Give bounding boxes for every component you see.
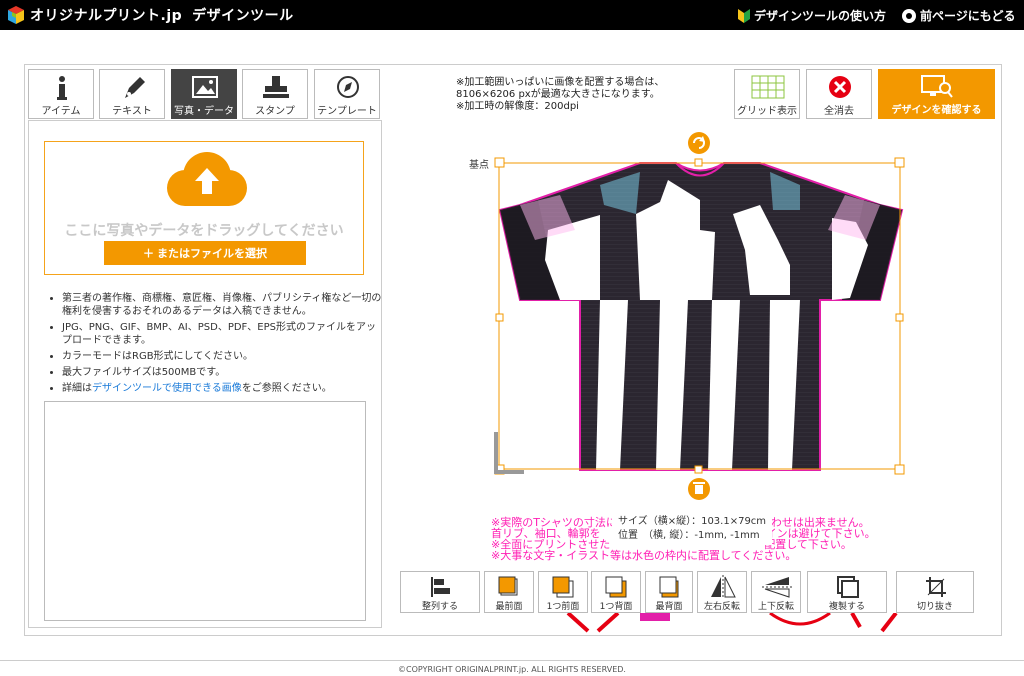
back-link-label: 前ページにもどる (920, 9, 1016, 23)
close-circle-icon (829, 76, 851, 98)
note-color-mode: カラーモードはRGB形式にしてください。 (62, 350, 382, 363)
flip-horizontal-label: 左右反転 (703, 602, 740, 612)
size-position-readout: サイズ（横×縦）：103.1×79cm 位置 （横, 縦）：-1mm, -1mm (612, 513, 773, 545)
align-icon (431, 577, 450, 597)
bring-forward-label: 1つ前面 (546, 602, 580, 612)
duplicate-icon (837, 576, 859, 598)
size-label: サイズ（横×縦）：103.1×79cm (618, 516, 767, 527)
copyright: ©COPYRIGHT ORIGINALPRINT.jp. ALL RIGHTS … (398, 665, 626, 674)
bring-front-icon (498, 576, 518, 596)
tab-stamp[interactable]: スタンプ (242, 69, 308, 119)
crop-icon (926, 577, 946, 597)
back-link[interactable]: 前ページにもどる (902, 7, 1016, 24)
flip-vertical-label: 上下反転 (757, 602, 794, 612)
tab-item[interactable]: アイテム (28, 69, 94, 119)
flip-horizontal-button[interactable]: 左右反転 (697, 571, 747, 613)
drop-text: ここに写真やデータをドラッグしてください (64, 223, 344, 239)
uploaded-images-box[interactable] (44, 401, 366, 621)
canvas-info-line1: ※加工範囲いっぱいに画像を配置する場合は、 (456, 77, 665, 88)
help-link-label: デザインツールの使い方 (754, 9, 887, 23)
notes-list: 第三者の著作権、商標権、意匠権、肖像権、パブリシティ権など一切の権利を侵害するお… (48, 292, 382, 398)
clear-all-button[interactable]: 全消去 (806, 69, 872, 119)
tab-template[interactable]: テンプレート (314, 69, 380, 119)
footer-divider (0, 660, 1024, 661)
cloud-upload-icon (167, 152, 247, 206)
select-file-button[interactable]: ＋ またはファイルを選択 (104, 241, 306, 265)
monitor-search-icon (921, 75, 953, 98)
bring-forward-button[interactable]: 1つ前面 (538, 571, 588, 613)
send-back-label: 最背面 (655, 602, 683, 612)
logo-cube-icon (8, 6, 24, 24)
rotate-handle-icon[interactable] (688, 132, 710, 154)
note-details-post: をご参照ください。 (241, 383, 332, 394)
send-backward-icon (605, 576, 627, 598)
send-backward-label: 1つ背面 (599, 602, 633, 612)
bring-front-label: 最前面 (495, 602, 523, 612)
align-button[interactable]: 整列する (400, 571, 480, 613)
warning-line4: ※大事な文字・イラスト等は水色の枠内に配置してください。 (491, 549, 797, 562)
tab-template-label: テンプレート (317, 106, 377, 117)
bring-forward-icon (552, 576, 574, 598)
canvas-info-line3: ※加工時の解像度：200dpi (456, 101, 579, 112)
canvas-info: ※加工範囲いっぱいに画像を配置する場合は、 8106×6206 pxが最適な大き… (456, 77, 664, 113)
grid-button-label: グリッド表示 (737, 106, 797, 117)
top-bar: オリジナルプリント.jp デザインツール デザインツールの使い方 前ページにもど… (0, 0, 1024, 30)
image-icon (192, 76, 218, 98)
confirm-design-button[interactable]: デザインを確認する (878, 69, 995, 119)
duplicate-button[interactable]: 複製する (807, 571, 887, 613)
note-formats: JPG、PNG、GIF、BMP、AI、PSD、PDF、EPS形式のファイルをアッ… (62, 321, 382, 347)
send-back-button[interactable]: 最背面 (645, 571, 693, 613)
tshirt-canvas[interactable] (460, 128, 930, 508)
flip-vertical-icon (762, 577, 792, 598)
upload-dropzone[interactable]: ここに写真やデータをドラッグしてください ＋ またはファイルを選択 (44, 141, 364, 275)
grid-button[interactable]: グリッド表示 (734, 69, 800, 119)
flip-horizontal-icon (711, 575, 736, 599)
note-details: 詳細はデザインツールで使用できる画像をご参照ください。 (62, 382, 382, 395)
compass-icon (337, 76, 359, 98)
help-link[interactable]: デザインツールの使い方 (738, 7, 886, 24)
align-label: 整列する (421, 602, 458, 612)
flip-vertical-button[interactable]: 上下反転 (751, 571, 801, 613)
app-title: デザインツール (192, 8, 294, 24)
crop-label: 切り抜き (916, 602, 953, 612)
stamp-icon (263, 76, 289, 98)
tab-text-label: テキスト (112, 106, 152, 117)
position-label: 位置 （横, 縦）：-1mm, -1mm (618, 530, 760, 541)
bring-front-button[interactable]: 最前面 (484, 571, 534, 613)
tab-text[interactable]: テキスト (99, 69, 165, 119)
note-details-pre: 詳細は (62, 383, 92, 394)
tab-photo-data-label: 写真・データ (174, 106, 234, 117)
tab-item-label: アイテム (41, 106, 81, 117)
confirm-design-label: デザインを確認する (891, 105, 982, 116)
send-back-icon (659, 576, 679, 598)
usable-images-link[interactable]: デザインツールで使用できる画像 (92, 383, 242, 394)
logo-text: オリジナルプリント.jp (30, 8, 183, 24)
logo[interactable]: オリジナルプリント.jp デザインツール (6, 5, 294, 25)
background-decoration (566, 613, 898, 633)
crop-button[interactable]: 切り抜き (896, 571, 974, 613)
note-max-size: 最大ファイルサイズは500MBです。 (62, 366, 382, 379)
back-circle-icon (902, 8, 916, 23)
canvas-info-line2: 8106×6206 pxが最適な大きさになります。 (456, 89, 660, 100)
duplicate-label: 複製する (828, 602, 865, 612)
grid-icon (751, 75, 785, 99)
note-rights: 第三者の著作権、商標権、意匠権、肖像権、パブリシティ権など一切の権利を侵害するお… (62, 292, 382, 318)
resize-handle[interactable] (494, 157, 505, 168)
trash-handle-icon[interactable] (688, 478, 710, 500)
tab-stamp-label: スタンプ (255, 106, 295, 117)
send-backward-button[interactable]: 1つ背面 (591, 571, 641, 613)
info-icon (57, 76, 67, 100)
pen-icon (125, 77, 145, 98)
beginner-leaf-icon (738, 8, 750, 23)
tab-photo-data[interactable]: 写真・データ (171, 69, 237, 119)
clear-all-label: 全消去 (824, 106, 854, 117)
